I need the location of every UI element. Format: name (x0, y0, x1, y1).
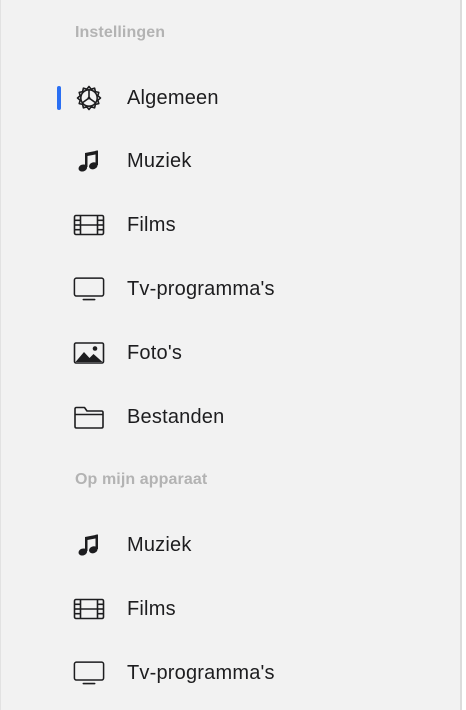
sidebar-item-fotos[interactable]: Foto's (1, 333, 460, 373)
sidebar-item-label: Foto's (127, 341, 183, 364)
sidebar-item-tv-programmas[interactable]: Tv-programma's (1, 269, 460, 309)
sidebar-item-label: Muziek (127, 149, 192, 172)
film-icon (73, 209, 105, 241)
sidebar-item-label: Films (127, 597, 176, 620)
sidebar-item-label: Bestanden (127, 405, 225, 428)
music-note-icon (73, 529, 105, 561)
sidebar-item-bestanden[interactable]: Bestanden (1, 397, 460, 437)
sidebar-item-device-films[interactable]: Films (1, 589, 460, 629)
sidebar-item-device-tv-programmas[interactable]: Tv-programma's (1, 653, 460, 693)
section-header-op-mijn-apparaat: Op mijn apparaat (75, 471, 208, 488)
sidebar: Instellingen Algemeen Muziek Films Tv-pr… (0, 0, 462, 710)
tv-icon (73, 273, 105, 305)
selection-indicator (57, 86, 61, 110)
section-header-instellingen: Instellingen (75, 24, 166, 41)
sidebar-item-device-muziek[interactable]: Muziek (1, 525, 460, 565)
tv-icon (73, 657, 105, 689)
sidebar-item-muziek[interactable]: Muziek (1, 141, 460, 181)
sidebar-item-label: Tv-programma's (127, 661, 275, 684)
sidebar-item-label: Films (127, 213, 176, 236)
sidebar-item-label: Algemeen (127, 86, 219, 109)
film-icon (73, 593, 105, 625)
sidebar-item-films[interactable]: Films (1, 205, 460, 245)
sidebar-item-label: Muziek (127, 533, 192, 556)
sidebar-item-label: Tv-programma's (127, 277, 275, 300)
sidebar-item-algemeen[interactable]: Algemeen (1, 78, 460, 118)
gear-icon (73, 82, 105, 114)
photo-icon (73, 337, 105, 369)
music-note-icon (73, 145, 105, 177)
folder-icon (73, 401, 105, 433)
